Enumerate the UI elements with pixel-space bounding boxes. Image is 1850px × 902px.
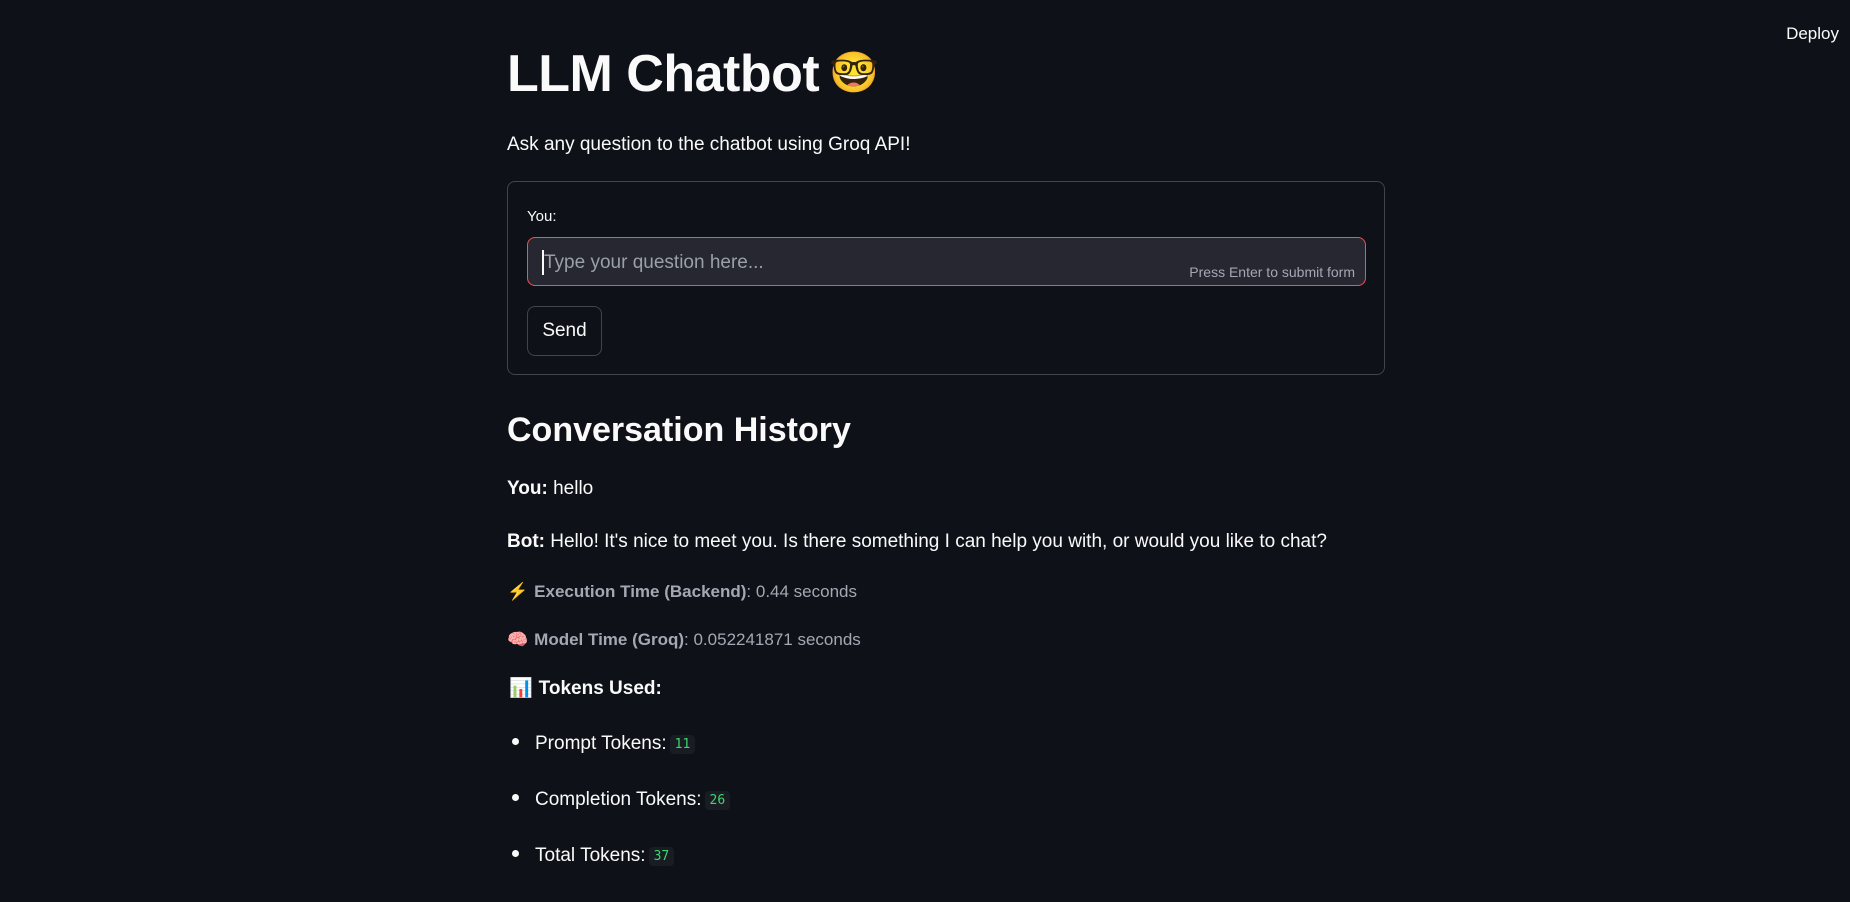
tokens-used-label: Tokens Used: — [538, 678, 662, 699]
token-label: Total Tokens: — [535, 845, 646, 866]
model-time-label: Model Time (Groq) — [534, 630, 685, 649]
bullet-icon — [512, 850, 519, 857]
token-value: 26 — [704, 791, 731, 810]
send-button[interactable]: Send — [527, 306, 602, 356]
list-item: Prompt Tokens: 11 — [507, 733, 696, 755]
token-label: Completion Tokens: — [535, 789, 702, 810]
execution-time-value: : 0.44 seconds — [746, 582, 857, 601]
list-item: Completion Tokens: 26 — [507, 789, 731, 811]
question-input[interactable] — [542, 238, 1186, 287]
user-label: You: — [507, 478, 548, 499]
bullet-icon — [512, 738, 519, 745]
question-input-container[interactable]: Press Enter to submit form — [527, 237, 1366, 287]
model-time: 🧠 Model Time (Groq): 0.052241871 seconds — [507, 630, 861, 650]
execution-time: ⚡ Execution Time (Backend): 0.44 seconds — [507, 582, 857, 602]
bot-label: Bot: — [507, 531, 545, 552]
nerd-face-icon: 🤓 — [829, 51, 879, 95]
page-title: LLM Chatbot 🤓 — [507, 44, 879, 104]
deploy-button[interactable]: Deploy — [1786, 24, 1839, 44]
execution-time-label: Execution Time (Backend) — [534, 582, 747, 601]
brain-icon: 🧠 — [507, 630, 529, 649]
page-subtitle: Ask any question to the chatbot using Gr… — [507, 134, 911, 155]
user-message-text: hello — [553, 478, 594, 499]
question-form: You: Press Enter to submit form Send — [507, 181, 1385, 375]
model-time-value: : 0.052241871 seconds — [684, 630, 861, 649]
page-title-text: LLM Chatbot — [507, 45, 820, 103]
conversation-history-title: Conversation History — [507, 411, 851, 449]
token-value: 11 — [669, 735, 696, 754]
question-field-label: You: — [527, 208, 557, 225]
tokens-used-heading: 📊 Tokens Used: — [509, 676, 662, 700]
bot-message-text: Hello! It's nice to meet you. Is there s… — [550, 531, 1327, 552]
user-message: You: hello — [507, 478, 593, 500]
lightning-icon: ⚡ — [507, 582, 529, 601]
bullet-icon — [512, 794, 519, 801]
token-value: 37 — [648, 847, 675, 866]
list-item: Total Tokens: 37 — [507, 845, 675, 867]
token-label: Prompt Tokens: — [535, 733, 667, 754]
submit-hint: Press Enter to submit form — [1189, 264, 1355, 280]
bot-message: Bot: Hello! It's nice to meet you. Is th… — [507, 531, 1327, 553]
bar-chart-icon: 📊 — [509, 678, 533, 699]
